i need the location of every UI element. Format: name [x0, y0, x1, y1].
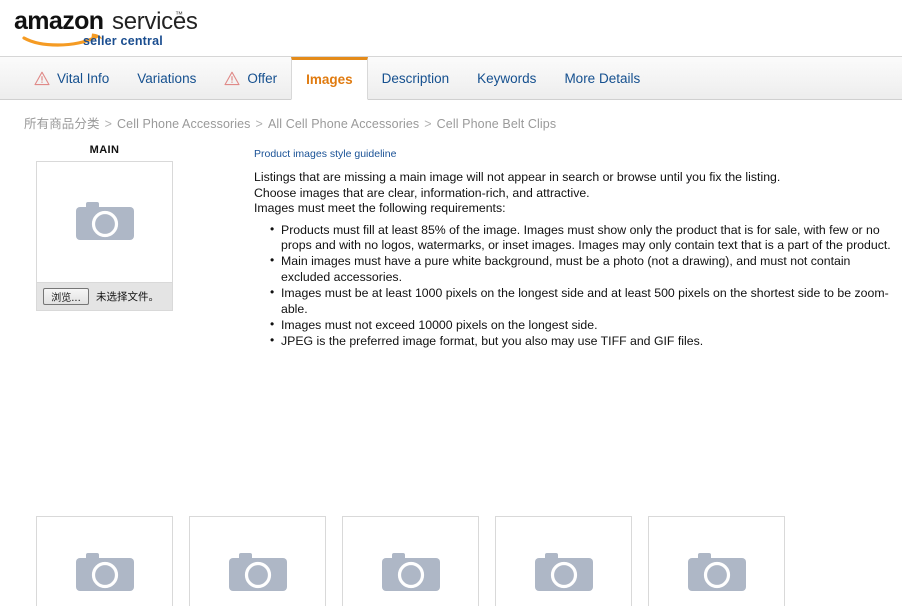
- tab-description[interactable]: Description: [368, 57, 464, 99]
- image-slot[interactable]: 浏览...未选择文件。: [36, 516, 173, 606]
- breadcrumb-item-1[interactable]: Cell Phone Accessories: [117, 117, 251, 131]
- amazon-services-seller-central-logo[interactable]: amazon services ™ seller central: [14, 7, 198, 49]
- image-preview: [343, 517, 478, 606]
- guideline-bullet: JPEG is the preferred image format, but …: [270, 333, 894, 349]
- tab-vital-info[interactable]: Vital Info: [20, 57, 123, 99]
- breadcrumb-separator: >: [255, 117, 263, 131]
- image-slot[interactable]: 浏览...未选择文件。: [342, 516, 479, 606]
- camera-placeholder-icon: [534, 553, 593, 591]
- camera-placeholder-icon: [687, 553, 746, 591]
- image-slot[interactable]: 浏览...未选择文件。: [648, 516, 785, 606]
- guideline-bullet: Main images must have a pure white backg…: [270, 253, 894, 285]
- guideline-bullet: Images must not exceed 10000 pixels on t…: [270, 317, 894, 333]
- guideline-bullet: Products must fill at least 85% of the i…: [270, 222, 894, 254]
- image-slot[interactable]: 浏览...未选择文件。: [189, 516, 326, 606]
- listing-tab-bar: Vital Info Variations Offer Images Descripti…: [0, 56, 902, 100]
- logo-tagline: seller central: [83, 34, 163, 48]
- breadcrumb-item-3[interactable]: Cell Phone Belt Clips: [437, 117, 557, 131]
- image-preview: [496, 517, 631, 606]
- breadcrumb-separator: >: [104, 117, 113, 131]
- camera-placeholder-icon: [75, 553, 134, 591]
- breadcrumb: 所有商品分类 > Cell Phone Accessories > All Cell P…: [0, 100, 902, 142]
- tab-label: Keywords: [477, 70, 537, 86]
- logo-trademark: ™: [175, 10, 183, 19]
- guideline-intro-line: Listings that are missing a main image w…: [254, 170, 781, 184]
- camera-placeholder-icon: [75, 202, 134, 240]
- tab-label: Images: [306, 72, 353, 87]
- breadcrumb-item-0[interactable]: 所有商品分类: [24, 116, 100, 131]
- tab-keywords[interactable]: Keywords: [463, 57, 550, 99]
- tab-label: Variations: [137, 70, 197, 86]
- page-header: amazon services ™ seller central: [0, 0, 902, 56]
- main-image-slot[interactable]: 浏览... 未选择文件。: [36, 161, 173, 311]
- thumbnail-row-1: 浏览...未选择文件。浏览...未选择文件。浏览...未选择文件。浏览...未选…: [36, 516, 785, 606]
- guideline-intro-line: Choose images that are clear, informatio…: [254, 185, 590, 200]
- guidelines-intro: Listings that are missing a main image w…: [254, 170, 894, 217]
- breadcrumb-item-2[interactable]: All Cell Phone Accessories: [268, 117, 419, 131]
- product-images-style-guideline-link[interactable]: Product images style guideline: [254, 148, 396, 160]
- image-guidelines-panel: Product images style guideline Listings …: [254, 144, 894, 351]
- tab-label: Description: [381, 70, 450, 86]
- camera-placeholder-icon: [228, 553, 287, 591]
- tab-label: More Details: [564, 70, 641, 86]
- tab-offer[interactable]: Offer: [210, 57, 291, 99]
- warning-triangle-icon: [224, 71, 240, 86]
- browse-button[interactable]: 浏览...: [43, 288, 89, 305]
- tab-label: Offer: [247, 70, 278, 86]
- tab-more-details[interactable]: More Details: [550, 57, 654, 99]
- tab-variations[interactable]: Variations: [123, 57, 210, 99]
- logo-services-text: services: [112, 8, 198, 35]
- image-slot[interactable]: 浏览...未选择文件。: [495, 516, 632, 606]
- main-slot-label: MAIN: [89, 144, 120, 156]
- main-image-slot-wrapper: MAIN 浏览... 未选择文件。: [36, 144, 173, 311]
- main-image-preview: [37, 162, 172, 282]
- guidelines-bullet-list: Products must fill at least 85% of the i…: [254, 222, 894, 350]
- warning-triangle-icon: [34, 71, 50, 86]
- guideline-bullet: Images must be at least 1000 pixels on t…: [270, 285, 894, 317]
- camera-placeholder-icon: [381, 553, 440, 591]
- main-file-input-row[interactable]: 浏览... 未选择文件。: [37, 282, 172, 310]
- breadcrumb-separator: >: [424, 117, 432, 131]
- tab-label: Vital Info: [57, 70, 110, 86]
- image-preview: [190, 517, 325, 606]
- guideline-intro-line: Images must meet the following requireme…: [254, 201, 506, 215]
- tab-images[interactable]: Images: [291, 57, 368, 100]
- image-preview: [37, 517, 172, 606]
- image-preview: [649, 517, 784, 606]
- file-status-text: 未选择文件。: [96, 291, 159, 303]
